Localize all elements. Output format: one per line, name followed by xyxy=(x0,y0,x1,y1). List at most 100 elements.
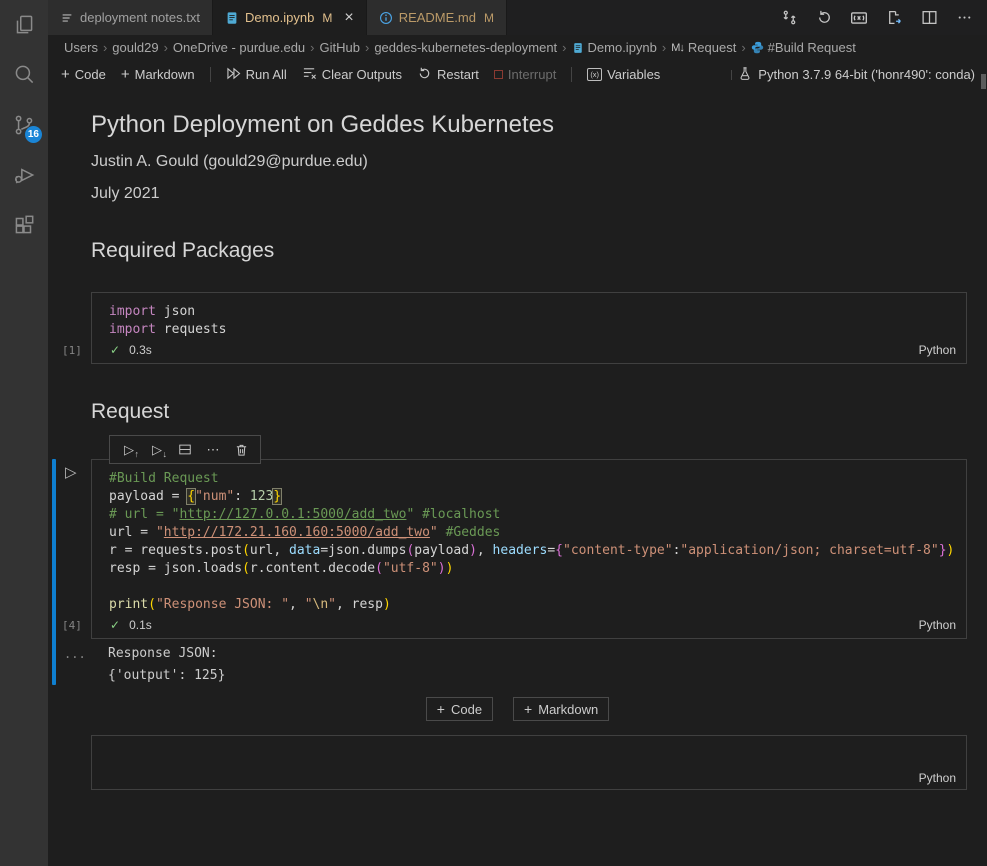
cell-language[interactable]: Python xyxy=(919,771,956,785)
tab-deployment-notes[interactable]: deployment notes.txt xyxy=(48,0,213,35)
run-all-button[interactable]: Run All xyxy=(226,67,287,83)
cell-gutter: ▷ [4] xyxy=(48,459,91,639)
section-heading-required-packages[interactable]: Required Packages xyxy=(91,239,967,263)
run-cells-icon[interactable] xyxy=(780,9,798,27)
code-cell-request: ▷ [4] #Build Requestpayload = {"num": 12… xyxy=(48,459,967,639)
cell-status-bar: ✓ 0.1s Python xyxy=(92,614,966,638)
success-check-icon: ✓ xyxy=(110,618,120,632)
variables-icon: (x) xyxy=(587,68,602,81)
breadcrumb-item[interactable]: OneDrive - purdue.edu xyxy=(173,40,305,55)
breadcrumb-item[interactable]: GitHub xyxy=(320,40,360,55)
notebook-toolbar: +Code +Markdown Run All Clear Outputs Re… xyxy=(48,60,987,89)
notebook-title: Python Deployment on Geddes Kubernetes xyxy=(91,111,967,139)
breadcrumb-item[interactable]: geddes-kubernetes-deployment xyxy=(374,40,557,55)
breadcrumb-item-markdown-cell[interactable]: M↓ Request xyxy=(671,40,736,55)
activity-bar: 16 xyxy=(0,0,48,866)
export-icon[interactable] xyxy=(885,9,903,27)
cell-container[interactable]: Python xyxy=(91,735,967,790)
interrupt-icon xyxy=(494,70,503,79)
cell-gutter: [1] xyxy=(48,292,91,364)
tab-label: deployment notes.txt xyxy=(80,10,200,25)
notebook-date: July 2021 xyxy=(91,185,967,203)
cell-toolbar: ▷↑ ▷↓ ⋯ xyxy=(109,435,261,464)
restart-icon xyxy=(417,66,432,84)
add-markdown-cell-button[interactable]: +Markdown xyxy=(121,66,195,83)
output-content: Response JSON: {'output': 125} xyxy=(91,645,967,685)
execution-count: [1] xyxy=(62,344,82,357)
kernel-picker[interactable]: Python 3.7.9 64-bit ('honr490': conda) xyxy=(731,66,987,84)
tab-label: Demo.ipynb xyxy=(245,10,314,25)
clear-outputs-button[interactable]: Clear Outputs xyxy=(302,66,402,83)
cell-code-editor[interactable]: import jsonimport requests xyxy=(92,293,966,339)
notebook-author: Justin A. Gould (gould29@purdue.edu) xyxy=(91,153,967,171)
delete-cell-icon[interactable] xyxy=(230,439,252,461)
cell-language[interactable]: Python xyxy=(919,343,956,357)
tab-bar: deployment notes.txt Demo.ipynb M × READ… xyxy=(48,0,987,35)
output-line: {'output': 125} xyxy=(108,667,967,685)
editor-actions xyxy=(780,0,987,35)
split-editor-icon[interactable] xyxy=(920,9,938,27)
execution-count: [4] xyxy=(62,619,82,632)
run-below-icon[interactable]: ▷↓ xyxy=(146,439,168,461)
split-cell-icon[interactable] xyxy=(174,439,196,461)
modified-badge: M xyxy=(322,11,332,25)
output-collapse-indicator[interactable]: ... xyxy=(64,647,86,661)
extensions-icon[interactable] xyxy=(0,200,48,250)
section-heading-request[interactable]: Request xyxy=(91,400,967,424)
breadcrumb-item[interactable]: Users xyxy=(64,40,98,55)
markdown-icon: M↓ xyxy=(671,42,684,54)
output-line: Response JSON: xyxy=(108,645,967,663)
info-icon xyxy=(379,11,393,25)
interrupt-button[interactable]: Interrupt xyxy=(494,67,556,82)
variables-button[interactable]: (x) Variables xyxy=(587,67,660,82)
restart-button[interactable]: Restart xyxy=(417,66,479,84)
notebook-icon xyxy=(572,42,584,54)
variables-panel-icon[interactable] xyxy=(850,9,868,27)
vscode-window: 16 deployment notes.txt Demo.ipynb M × R… xyxy=(0,0,987,866)
tab-readme[interactable]: README.md M xyxy=(367,0,507,35)
source-control-badge: 16 xyxy=(25,126,42,143)
search-icon[interactable] xyxy=(0,50,48,100)
breadcrumb-item-notebook[interactable]: Demo.ipynb xyxy=(572,40,657,55)
notebook-editor: Python Deployment on Geddes Kubernetes J… xyxy=(48,89,987,866)
more-cell-actions-icon[interactable]: ⋯ xyxy=(202,439,224,461)
cell-output: ... Response JSON: {'output': 125} xyxy=(48,645,967,685)
notebook-icon xyxy=(225,11,239,25)
tab-demo-ipynb[interactable]: Demo.ipynb M × xyxy=(213,0,367,35)
cell-code-editor[interactable]: #Build Requestpayload = {"num": 123}# ur… xyxy=(92,460,966,614)
code-cell-empty: Python xyxy=(48,735,967,790)
active-cell-wrapper: ▷↑ ▷↓ ⋯ ▷ [4] #Build Requestpayload = {"… xyxy=(48,459,987,685)
output-gutter: ... xyxy=(48,645,91,685)
execution-time: 0.3s xyxy=(129,343,152,357)
breadcrumb-item[interactable]: gould29 xyxy=(112,40,158,55)
plus-icon: + xyxy=(121,66,130,83)
more-actions-icon[interactable] xyxy=(955,9,973,27)
insert-code-cell-button[interactable]: +Code xyxy=(426,697,493,721)
run-above-icon[interactable]: ▷↑ xyxy=(118,439,140,461)
kernel-environment-icon xyxy=(738,66,752,84)
add-code-cell-button[interactable]: +Code xyxy=(61,66,106,83)
run-all-icon xyxy=(226,67,241,83)
source-control-icon[interactable]: 16 xyxy=(0,100,48,150)
breadcrumb-item-code-cell[interactable]: #Build Request xyxy=(751,40,856,55)
tab-label: README.md xyxy=(399,10,476,25)
insert-cell-row: +Code +Markdown xyxy=(48,697,987,721)
close-icon[interactable]: × xyxy=(344,10,353,26)
plus-icon: + xyxy=(61,66,70,83)
run-cell-icon[interactable]: ▷ xyxy=(65,465,77,480)
markdown-cell-header[interactable]: Python Deployment on Geddes Kubernetes J… xyxy=(91,111,967,203)
success-check-icon: ✓ xyxy=(110,343,120,357)
restart-kernel-icon[interactable] xyxy=(815,9,833,27)
scrollbar-thumb[interactable] xyxy=(981,74,986,89)
cell-language[interactable]: Python xyxy=(919,618,956,632)
explorer-icon[interactable] xyxy=(0,0,48,50)
list-icon xyxy=(60,11,74,25)
breadcrumb: Users› gould29› OneDrive - purdue.edu› G… xyxy=(48,35,987,60)
clear-outputs-icon xyxy=(302,66,317,83)
insert-markdown-cell-button[interactable]: +Markdown xyxy=(513,697,609,721)
python-icon xyxy=(751,41,764,54)
run-debug-icon[interactable] xyxy=(0,150,48,200)
cell-gutter xyxy=(48,735,91,790)
modified-badge: M xyxy=(484,11,494,25)
cell-container: #Build Requestpayload = {"num": 123}# ur… xyxy=(91,459,967,639)
